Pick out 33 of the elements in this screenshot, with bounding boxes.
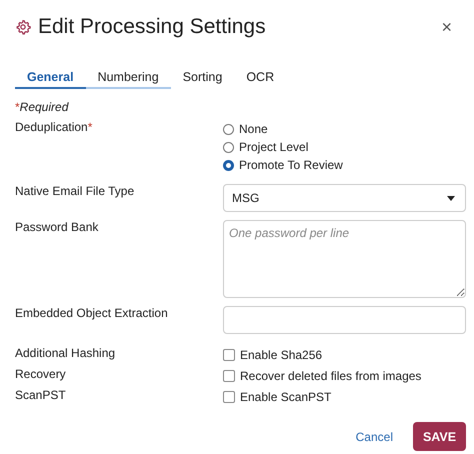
field-label: Additional Hashing	[15, 346, 116, 360]
input-field[interactable]	[223, 306, 466, 334]
dialog-title: Edit Processing Settings	[38, 15, 266, 39]
tab[interactable]: Sorting	[170, 70, 234, 89]
checkbox[interactable]	[223, 370, 235, 382]
checkbox[interactable]	[223, 349, 235, 361]
radio-button[interactable]	[223, 124, 234, 134]
checkbox-label: Enable ScanPST	[240, 390, 332, 404]
radio-button[interactable]	[223, 160, 234, 170]
checkbox-label: Enable Sha256	[240, 348, 322, 362]
tab[interactable]: Numbering	[86, 70, 171, 89]
gear-icon	[15, 19, 31, 35]
field-label: Recovery	[15, 367, 66, 381]
field-label: Embedded Object Extraction	[15, 306, 168, 320]
radio-label: Promote To Review	[239, 158, 343, 172]
radio-label: Project Level	[239, 140, 308, 154]
field-label: Native Email File Type	[15, 184, 134, 198]
field-label: Deduplication*	[15, 120, 92, 134]
radio-label: None	[239, 122, 268, 136]
field-label: ScanPST	[15, 388, 66, 402]
radio-button[interactable]	[223, 142, 234, 152]
password-field[interactable]: One password per line	[223, 220, 466, 298]
tab[interactable]: OCR	[234, 70, 286, 89]
checkbox-label: Recover deleted files from images	[240, 369, 422, 383]
checkbox[interactable]	[223, 391, 235, 403]
dropdown-field[interactable]: MSG	[223, 184, 466, 212]
required-note: *Required	[15, 100, 70, 114]
save-button[interactable]: SAVE	[413, 422, 466, 451]
tab[interactable]: General	[15, 70, 86, 89]
close-button[interactable]: ×	[441, 16, 452, 38]
field-label: Password Bank	[15, 220, 98, 234]
cancel-button[interactable]: Cancel	[356, 430, 393, 444]
caret-icon	[447, 196, 455, 200]
